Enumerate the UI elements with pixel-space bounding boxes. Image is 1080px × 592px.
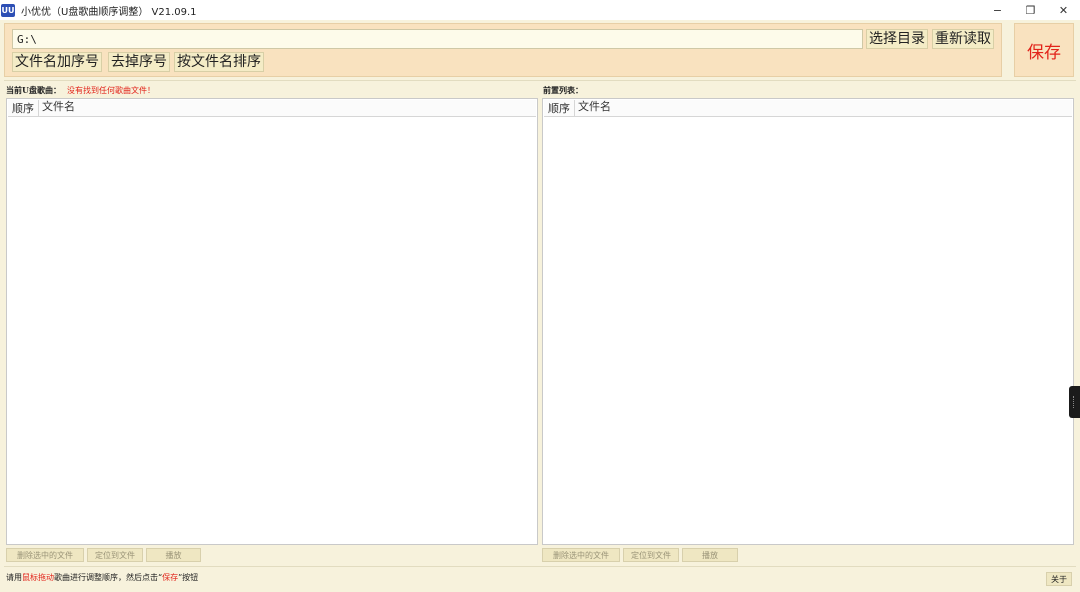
right-locate-file-button[interactable]: 定位到文件	[623, 548, 679, 562]
directory-path-input[interactable]: G:\	[12, 29, 863, 49]
window-controls: − ❐ ✕	[981, 0, 1080, 20]
left-pane-title: 当前U盘歌曲：	[6, 85, 61, 95]
status-text: ”按钮	[178, 573, 199, 582]
column-header-order[interactable]: 顺序	[8, 100, 39, 116]
right-list-header: 顺序 文件名	[544, 100, 1072, 117]
left-list-header: 顺序 文件名	[8, 100, 536, 117]
status-highlight-save: 保存	[162, 573, 179, 582]
minimize-icon[interactable]: −	[981, 0, 1014, 20]
status-highlight-drag: 鼠标拖动	[22, 573, 54, 582]
right-delete-selected-button[interactable]: 删除选中的文件	[542, 548, 620, 562]
save-button[interactable]: 保存	[1014, 23, 1074, 77]
status-text: 请用	[6, 573, 22, 582]
status-text: 歌曲进行调整顺序，然后点击“	[54, 573, 163, 582]
select-directory-button[interactable]: 选择目录	[866, 29, 928, 49]
side-drawer-handle[interactable]	[1069, 386, 1080, 418]
app-icon: UU	[1, 3, 15, 17]
left-delete-selected-button[interactable]: 删除选中的文件	[6, 548, 84, 562]
right-pane-label: 前置列表：	[543, 85, 583, 96]
divider	[4, 80, 1076, 81]
left-pane-label: 当前U盘歌曲： 没有找到任何歌曲文件！	[6, 85, 155, 96]
restore-icon[interactable]: ❐	[1014, 0, 1047, 20]
left-play-button[interactable]: 播放	[146, 548, 201, 562]
toolbar: G:\ 选择目录 重新读取 文件名加序号 去掉序号 按文件名排序	[4, 23, 1002, 77]
sort-by-name-button[interactable]: 按文件名排序	[174, 52, 264, 72]
column-header-filename[interactable]: 文件名	[575, 100, 611, 116]
right-song-list[interactable]: 顺序 文件名	[542, 98, 1074, 545]
status-hint: 请用鼠标拖动歌曲进行调整顺序，然后点击“保存”按钮	[6, 572, 198, 583]
window-title: 小优优（U盘歌曲顺序调整） V21.09.1	[21, 6, 197, 18]
divider	[4, 566, 1076, 567]
reload-button[interactable]: 重新读取	[932, 29, 994, 49]
remove-number-button[interactable]: 去掉序号	[108, 52, 170, 72]
left-locate-file-button[interactable]: 定位到文件	[87, 548, 143, 562]
right-play-button[interactable]: 播放	[682, 548, 738, 562]
column-header-order[interactable]: 顺序	[544, 100, 575, 116]
left-song-list[interactable]: 顺序 文件名	[6, 98, 538, 545]
right-pane-title: 前置列表：	[543, 85, 583, 95]
close-icon[interactable]: ✕	[1047, 0, 1080, 20]
column-header-filename[interactable]: 文件名	[39, 100, 75, 116]
no-songs-warning: 没有找到任何歌曲文件！	[66, 86, 155, 95]
add-number-button[interactable]: 文件名加序号	[12, 52, 102, 72]
about-button[interactable]: 关于	[1046, 572, 1072, 586]
title-bar: UU 小优优（U盘歌曲顺序调整） V21.09.1 − ❐ ✕	[0, 0, 1080, 20]
